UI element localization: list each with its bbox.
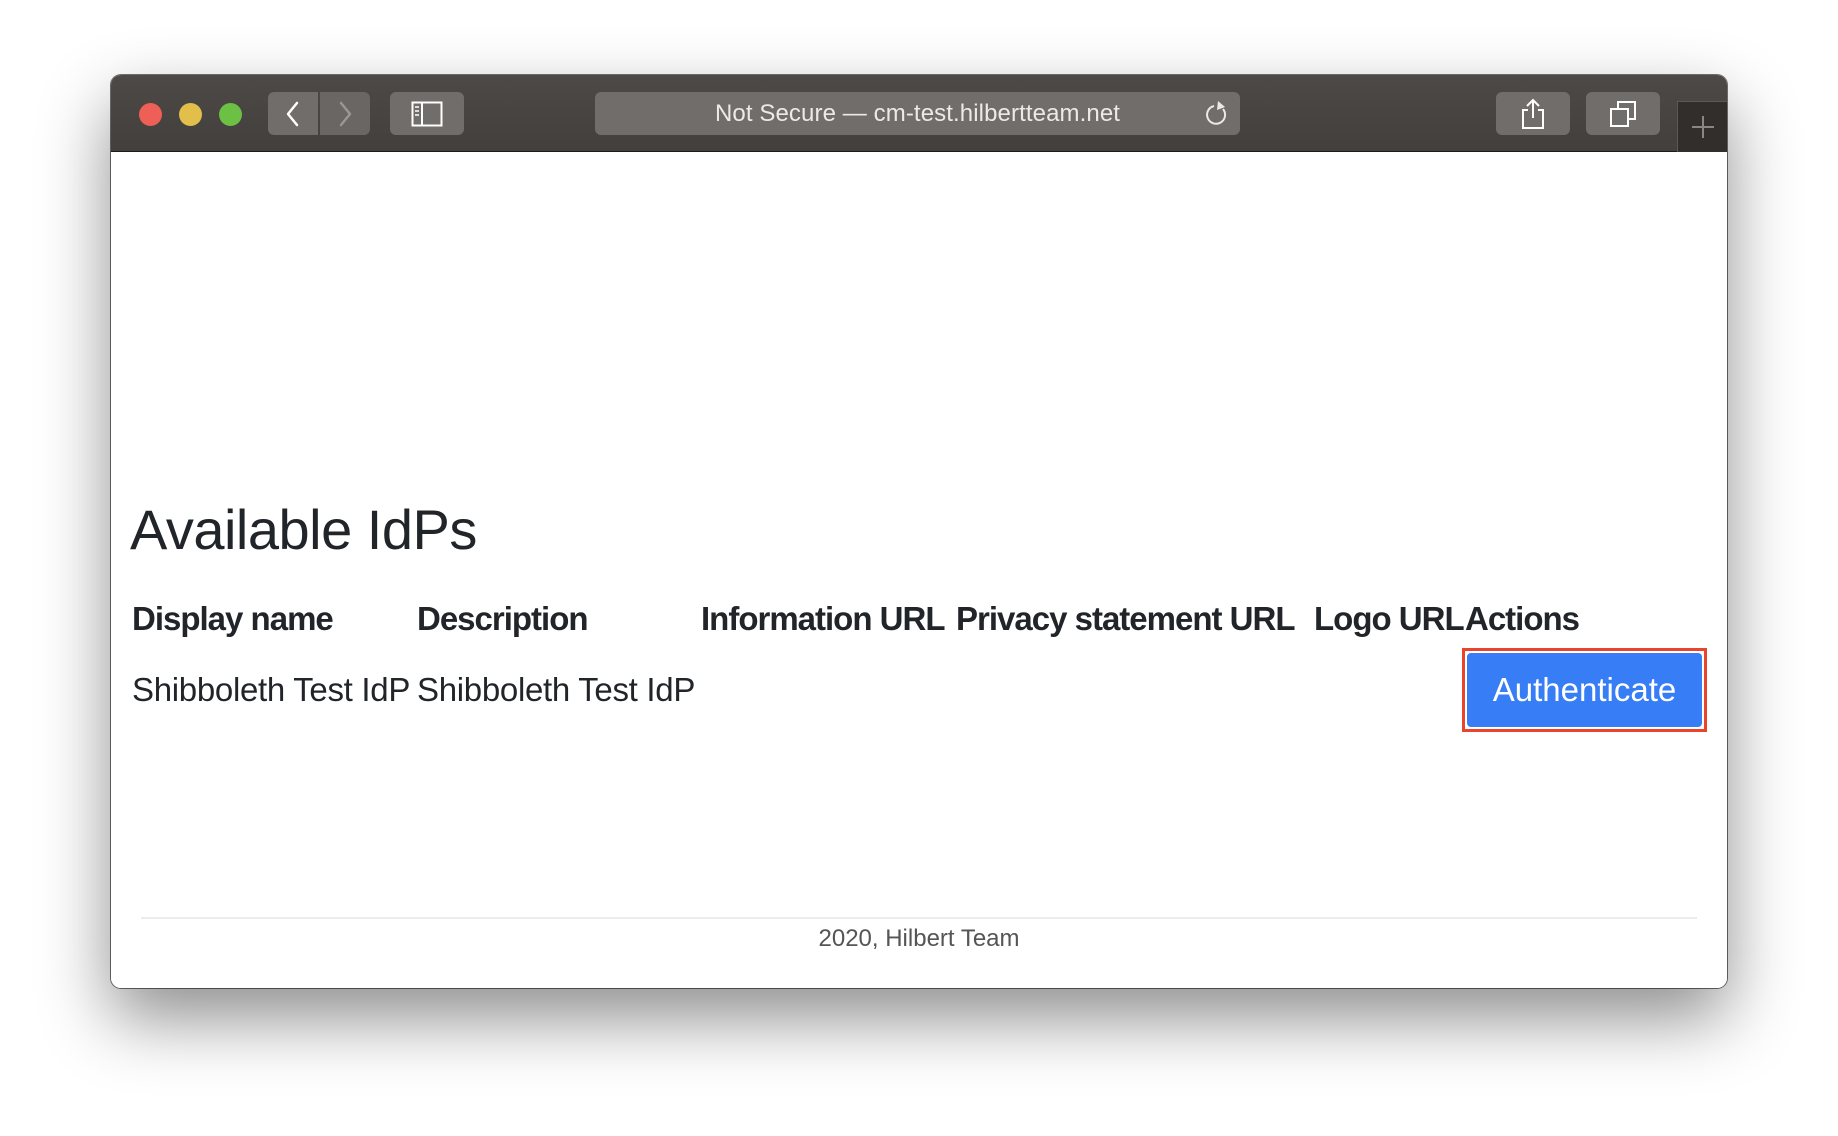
table-row: Shibboleth Test IdP Shibboleth Test IdP … xyxy=(132,648,1707,732)
tabs-overview-icon xyxy=(1610,100,1636,127)
footer-text: 2020, Hilbert Team xyxy=(818,925,1020,952)
cell-display-name: Shibboleth Test IdP xyxy=(132,671,411,708)
chevron-right-icon xyxy=(339,101,352,126)
show-tabs-button[interactable] xyxy=(1586,92,1660,135)
column-header-information-url: Information URL xyxy=(701,600,945,637)
reload-icon xyxy=(1206,101,1227,125)
cell-information-url xyxy=(701,648,956,732)
reload-button[interactable] xyxy=(1204,100,1230,133)
new-tab-button[interactable] xyxy=(1677,101,1727,152)
browser-toolbar: Not Secure — cm-test.hilbertteam.net xyxy=(111,75,1727,152)
plus-icon xyxy=(1692,116,1714,138)
column-header-display-name: Display name xyxy=(132,600,334,637)
browser-window: Not Secure — cm-test.hilbertteam.net Ava… xyxy=(111,75,1727,988)
page-title: Available IdPs xyxy=(130,498,477,561)
address-bar[interactable]: Not Secure — cm-test.hilbertteam.net xyxy=(595,92,1240,135)
chevron-left-icon xyxy=(286,101,299,126)
sidebar-icon xyxy=(411,101,443,126)
forward-button[interactable] xyxy=(320,92,370,135)
column-header-logo-url: Logo URL xyxy=(1314,600,1465,637)
column-header-privacy-statement-url: Privacy statement URL xyxy=(956,600,1295,637)
zoom-window-button[interactable] xyxy=(219,103,242,126)
footer-divider xyxy=(141,917,1697,919)
highlight-outline: Authenticate xyxy=(1462,648,1707,732)
authenticate-button[interactable]: Authenticate xyxy=(1467,653,1702,727)
close-window-button[interactable] xyxy=(139,103,162,126)
cell-description: Shibboleth Test IdP xyxy=(417,671,696,708)
column-header-actions: Actions xyxy=(1465,600,1580,637)
address-bar-text: Not Secure — cm-test.hilbertteam.net xyxy=(714,99,1121,127)
idp-table: Display name Description Information URL… xyxy=(132,590,1707,732)
table-header-row: Display name Description Information URL… xyxy=(132,590,1707,648)
cell-privacy-statement-url xyxy=(956,648,1314,732)
cell-actions: Authenticate xyxy=(1462,648,1707,732)
minimize-window-button[interactable] xyxy=(179,103,202,126)
column-header-description: Description xyxy=(417,600,589,637)
sidebar-toggle-button[interactable] xyxy=(390,92,464,135)
page-content: Available IdPs Display name Description … xyxy=(111,152,1727,988)
share-button[interactable] xyxy=(1496,92,1570,135)
share-icon xyxy=(1522,98,1544,129)
cell-logo-url xyxy=(1314,648,1465,732)
back-button[interactable] xyxy=(268,92,318,135)
